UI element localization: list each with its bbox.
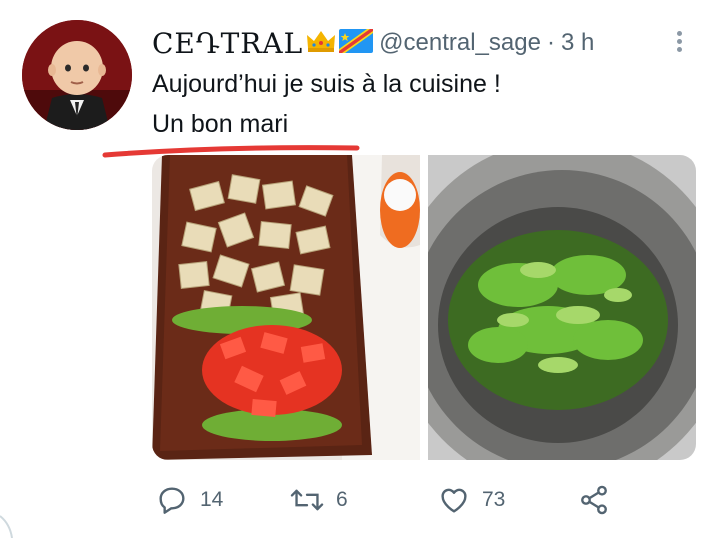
chopping-board-image	[152, 155, 420, 460]
partial-edge-decoration	[0, 515, 13, 538]
heart-icon	[441, 488, 467, 513]
more-options-icon[interactable]	[672, 28, 686, 58]
cooked-greens-pot-image	[428, 155, 696, 460]
display-name[interactable]: CEԴTRAL	[152, 27, 303, 60]
drc-flag-icon	[339, 28, 374, 58]
share-button[interactable]	[578, 478, 622, 522]
tweet-text: Aujourd’hui je suis à la cuisine ! Un bo…	[152, 64, 501, 144]
tweet-timestamp[interactable]: 3 h	[561, 29, 594, 57]
like-count: 73	[482, 488, 506, 511]
avatar[interactable]	[22, 20, 132, 130]
retweet-count: 6	[336, 488, 348, 511]
reply-icon	[159, 487, 185, 514]
media-photo-cooked-greens[interactable]	[428, 155, 696, 460]
tweet-text-line: Aujourd’hui je suis à la cuisine !	[152, 70, 501, 98]
tweet-text-line: Un bon mari	[152, 110, 289, 138]
share-icon	[581, 485, 607, 515]
reply-count: 14	[200, 488, 224, 511]
media-photo-chopping-board[interactable]	[152, 155, 420, 460]
boss-baby-avatar-image	[22, 20, 132, 130]
tweet-header: CEԴTRAL @central_sage · 3 h	[152, 26, 594, 60]
reply-button[interactable]: 14	[156, 478, 223, 522]
crown-icon	[305, 28, 337, 59]
separator-dot: ·	[546, 29, 555, 56]
tweet-actions: 14 6 73	[152, 478, 672, 522]
like-button[interactable]: 73	[438, 478, 505, 522]
retweet-icon	[290, 489, 324, 511]
retweet-button[interactable]: 6	[290, 478, 348, 522]
user-handle[interactable]: @central_sage	[379, 29, 541, 57]
